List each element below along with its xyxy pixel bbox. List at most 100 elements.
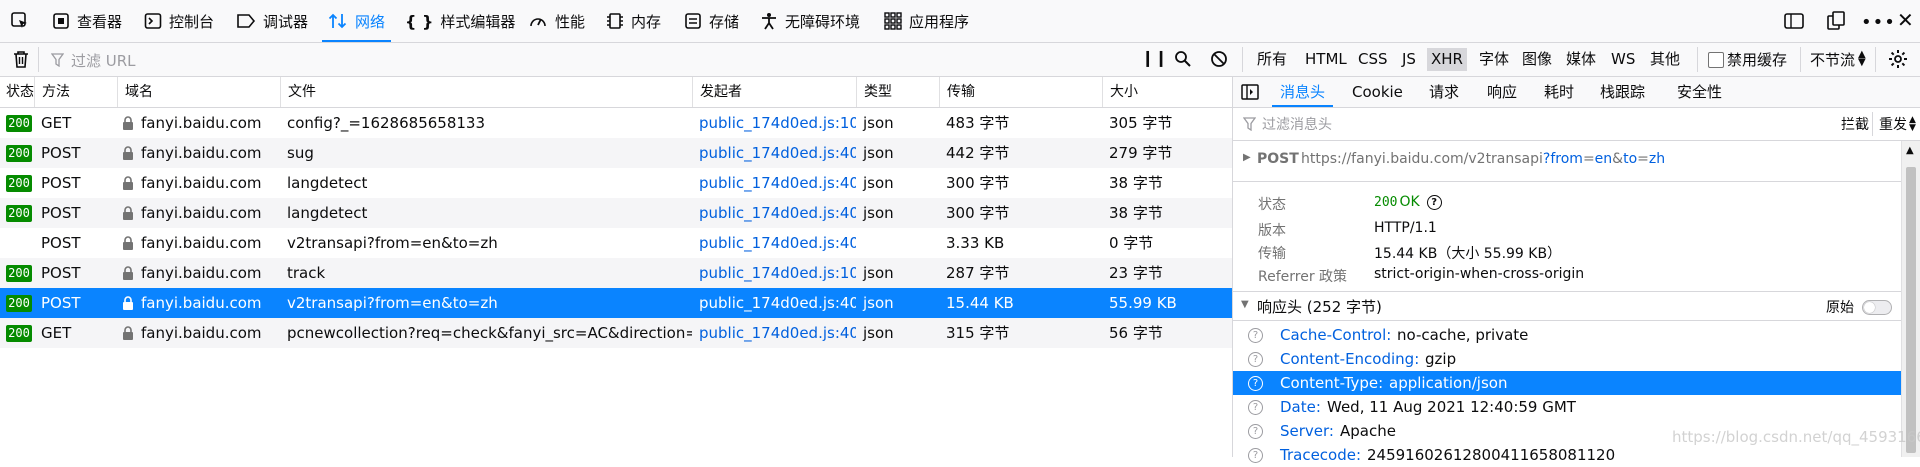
request-url[interactable]: https://fanyi.baidu.com/v2transapi?from=… [1301, 151, 1665, 167]
response-headers-section[interactable]: ▼ 响应头 (252 字节) 原始 [1233, 291, 1901, 321]
table-row[interactable]: 200 POST fanyi.baidu.com sug public_174d0ed.… [0, 138, 1232, 168]
help-icon[interactable]: ? [1248, 424, 1263, 439]
tab-application[interactable]: 应用程序 [884, 0, 969, 42]
help-icon[interactable]: ? [1426, 194, 1442, 210]
cell-initiator[interactable]: public_174d0ed.js:40... [692, 288, 856, 318]
details-tab-stack-trace[interactable]: 栈跟踪 [1600, 77, 1645, 107]
tab-console[interactable]: 控制台 [144, 0, 214, 42]
inspector-icon [53, 13, 69, 29]
table-row[interactable]: POST fanyi.baidu.com v2transapi?from=en&to… [0, 228, 1232, 258]
cell-type: json [863, 144, 894, 162]
type-filter-html[interactable]: HTML [1301, 48, 1351, 71]
table-row[interactable]: 200 POST fanyi.baidu.com v2transapi?from=en… [0, 288, 1232, 318]
type-filter-xhr[interactable]: XHR [1427, 48, 1467, 71]
responsive-design-icon[interactable] [1784, 12, 1804, 30]
cell-type: json [863, 114, 894, 132]
header-row[interactable]: ? Tracecode: 24591602612800411658081120 [1233, 443, 1901, 467]
help-icon[interactable]: ? [1248, 328, 1263, 343]
cell-initiator[interactable]: public_174d0ed.js:40... [692, 168, 856, 198]
block-button[interactable]: 拦截 [1841, 114, 1869, 134]
scroll-up-arrow-icon[interactable]: ▲ [1906, 145, 1914, 156]
cell-initiator[interactable]: public_174d0ed.js:40... [692, 138, 856, 168]
dock-side-icon[interactable] [1826, 11, 1846, 31]
cell-initiator[interactable]: public_174d0ed.js:40... [692, 228, 856, 258]
tab-storage[interactable]: 存储 [684, 0, 739, 42]
type-filter-media[interactable]: 媒体 [1562, 48, 1600, 71]
column-domain[interactable]: 域名 [117, 77, 280, 107]
type-filter-other[interactable]: 其他 [1646, 48, 1684, 71]
element-picker-icon[interactable] [10, 11, 30, 31]
cell-transferred: 315 字节 [946, 324, 1010, 342]
type-filter-fonts[interactable]: 字体 [1475, 48, 1513, 71]
header-row[interactable]: ? Content-Encoding: gzip [1233, 347, 1901, 371]
tab-memory[interactable]: 内存 [606, 0, 661, 42]
scrollbar-thumb[interactable] [1906, 167, 1916, 453]
column-type[interactable]: 类型 [856, 77, 939, 107]
details-tab-security[interactable]: 安全性 [1677, 77, 1722, 107]
details-tab-response[interactable]: 响应 [1487, 77, 1517, 107]
table-row[interactable]: 200 POST fanyi.baidu.com track public_174d0e… [0, 258, 1232, 288]
help-icon[interactable]: ? [1248, 352, 1263, 367]
cell-initiator[interactable]: public_174d0ed.js:40... [692, 198, 856, 228]
settings-gear-icon[interactable] [1888, 49, 1908, 69]
tab-accessibility[interactable]: 无障碍环境 [760, 0, 860, 42]
cell-type: json [863, 264, 894, 282]
header-row[interactable]: ? Cache-Control: no-cache, private [1233, 323, 1901, 347]
table-row[interactable]: 200 GET fanyi.baidu.com pcnewcollection?req… [0, 318, 1232, 348]
header-row[interactable]: ? Content-Type: application/json [1233, 371, 1901, 395]
table-row[interactable]: 200 POST fanyi.baidu.com langdetect public_1… [0, 198, 1232, 228]
column-file[interactable]: 文件 [280, 77, 692, 107]
expand-arrow-icon[interactable]: ▶ [1243, 152, 1251, 163]
filter-icon [1243, 117, 1256, 131]
type-filter-css[interactable]: CSS [1354, 48, 1392, 71]
column-method[interactable]: 方法 [34, 77, 117, 107]
column-transferred[interactable]: 传输 [939, 77, 1102, 107]
tab-network[interactable]: 网络 [321, 0, 392, 42]
close-icon[interactable]: ✕ [1897, 8, 1914, 32]
more-options-icon[interactable]: ••• [1861, 12, 1896, 33]
details-tab-cookie[interactable]: Cookie [1352, 77, 1403, 107]
type-filter-all[interactable]: 所有 [1253, 48, 1291, 71]
column-size[interactable]: 大小 [1102, 77, 1232, 107]
header-name: Cache-Control: [1280, 326, 1392, 344]
tab-debugger[interactable]: 调试器 [236, 0, 308, 42]
tab-style-editor[interactable]: { } 样式编辑器 [405, 0, 515, 42]
tab-inspector[interactable]: 查看器 [52, 0, 122, 42]
header-row[interactable]: ? Date: Wed, 11 Aug 2021 12:40:59 GMT [1233, 395, 1901, 419]
header-value: Apache [1340, 422, 1396, 440]
filter-headers-input[interactable]: 过滤消息头 [1262, 114, 1332, 134]
pause-icon[interactable]: ❙❙ [1141, 48, 1168, 67]
type-filter-js[interactable]: JS [1398, 48, 1420, 71]
block-url-icon[interactable] [1210, 50, 1228, 68]
request-method: POST [1257, 151, 1299, 167]
column-status[interactable]: 状态 [0, 77, 34, 107]
type-filter-ws[interactable]: WS [1607, 48, 1639, 71]
table-row[interactable]: 200 POST fanyi.baidu.com langdetect public_1… [0, 168, 1232, 198]
table-row[interactable]: 200 GET fanyi.baidu.com config?_=1628685658… [0, 108, 1232, 138]
toggle-sidebar-icon[interactable] [1241, 84, 1259, 100]
help-icon[interactable]: ? [1248, 376, 1263, 391]
collapse-arrow-icon: ▼ [1241, 299, 1249, 310]
disable-cache-checkbox[interactable] [1708, 52, 1724, 68]
cell-initiator[interactable]: public_174d0ed.js:10... [692, 108, 856, 138]
cell-method: POST [41, 294, 81, 312]
details-tab-timings[interactable]: 耗时 [1544, 77, 1574, 107]
details-tab-headers[interactable]: 消息头 [1271, 77, 1334, 107]
cell-initiator[interactable]: public_174d0ed.js:40... [692, 318, 856, 348]
tab-performance[interactable]: 性能 [528, 0, 585, 42]
resend-button[interactable]: 重发 ▲ ▼ [1879, 114, 1916, 134]
details-tab-request[interactable]: 请求 [1429, 77, 1459, 107]
help-icon[interactable]: ? [1248, 448, 1263, 463]
tab-application-label: 应用程序 [909, 12, 970, 31]
clear-requests-icon[interactable] [12, 50, 30, 69]
throttle-select[interactable]: 不节流 ▲ ▼ [1810, 49, 1866, 70]
column-initiator[interactable]: 发起者 [692, 77, 856, 107]
details-scrollbar[interactable]: ▲ [1901, 141, 1920, 457]
help-icon[interactable]: ? [1248, 400, 1263, 415]
search-icon[interactable] [1174, 50, 1192, 68]
storage-icon [685, 13, 701, 29]
raw-toggle[interactable] [1862, 300, 1892, 315]
filter-url-input[interactable]: 过滤 URL [38, 47, 1119, 72]
type-filter-images[interactable]: 图像 [1518, 48, 1556, 71]
cell-initiator[interactable]: public_174d0ed.js:10... [692, 258, 856, 288]
